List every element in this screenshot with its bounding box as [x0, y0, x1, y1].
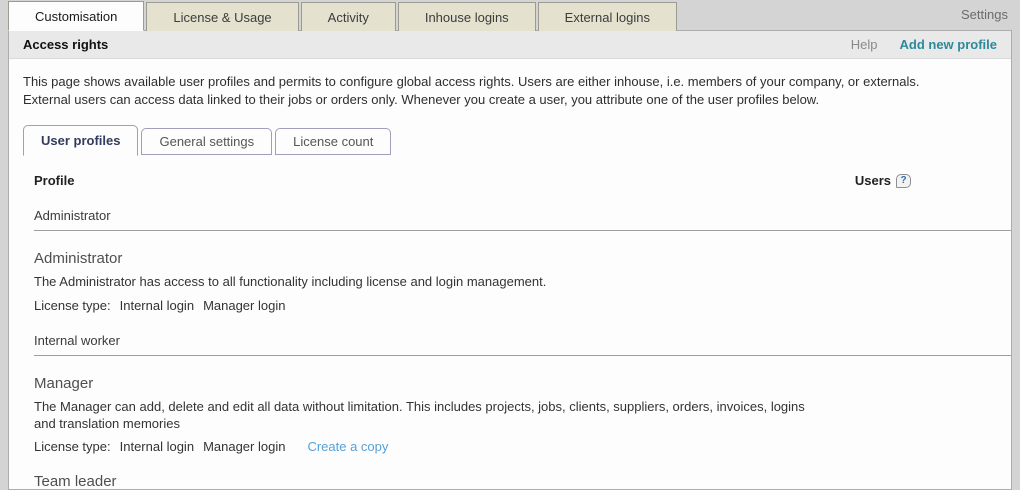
users-help-icon[interactable]: ? [896, 174, 911, 188]
top-tab-strip: Customisation License & Usage Activity I… [0, 0, 1020, 30]
help-link[interactable]: Help [851, 37, 878, 52]
profile-row-manager: Manager The Manager can add, delete and … [34, 375, 1011, 455]
sub-tab-strip: User profiles General settings License c… [23, 125, 1011, 155]
profile-column-header: Profile [34, 173, 74, 188]
intro-text: This page shows available user profiles … [9, 59, 974, 109]
subtab-user-profiles[interactable]: User profiles [23, 125, 138, 156]
section-divider [34, 355, 1011, 356]
license-type-line: License type: Internal login Manager log… [34, 439, 821, 454]
table-header-row: Profile Users ? [34, 155, 1011, 188]
create-copy-link[interactable]: Create a copy [307, 439, 388, 454]
profile-row-administrator: Administrator The Administrator has acce… [34, 250, 1011, 312]
section-group-label: Administrator [34, 208, 1011, 223]
content-panel: Access rights Help Add new profile This … [8, 30, 1012, 490]
license-type-label: License type: [34, 298, 111, 313]
users-header-label: Users [855, 173, 891, 188]
section-divider [34, 230, 1011, 231]
toolbar-actions: Help Add new profile [851, 37, 997, 52]
license-type-label: License type: [34, 439, 111, 454]
section-group-label: Internal worker [34, 333, 1011, 348]
tab-customisation[interactable]: Customisation [8, 1, 144, 31]
page-title: Access rights [23, 37, 108, 52]
access-rights-bar: Access rights Help Add new profile [9, 31, 1011, 59]
profile-name: Administrator [34, 250, 821, 267]
settings-label[interactable]: Settings [961, 7, 1008, 22]
tab-inhouse-logins[interactable]: Inhouse logins [398, 2, 536, 31]
profile-section: Administrator Administrator The Administ… [34, 208, 1011, 312]
profiles-table: Profile Users ? Administrator Administra… [9, 155, 1011, 490]
license-type-line: License type: Internal login Manager log… [34, 298, 821, 313]
license-type-internal: Internal login [120, 439, 194, 454]
users-column-header: Users ? [855, 173, 911, 188]
tab-license-usage[interactable]: License & Usage [146, 2, 298, 31]
subtab-license-count[interactable]: License count [275, 128, 391, 155]
profile-description: The Administrator has access to all func… [34, 273, 821, 290]
license-type-manager: Manager login [203, 298, 285, 313]
license-type-internal: Internal login [120, 298, 194, 313]
license-type-manager: Manager login [203, 439, 285, 454]
profile-name: Manager [34, 375, 821, 392]
profile-name: Team leader [34, 473, 821, 490]
add-new-profile-link[interactable]: Add new profile [900, 37, 998, 52]
profile-row-team-leader: Team leader The Team Leader manages tran… [34, 473, 1011, 490]
subtab-general-settings[interactable]: General settings [141, 128, 272, 155]
tab-external-logins[interactable]: External logins [538, 2, 677, 31]
tab-activity[interactable]: Activity [301, 2, 396, 31]
profile-section: Internal worker Manager The Manager can … [34, 333, 1011, 490]
profile-description: The Manager can add, delete and edit all… [34, 398, 821, 433]
